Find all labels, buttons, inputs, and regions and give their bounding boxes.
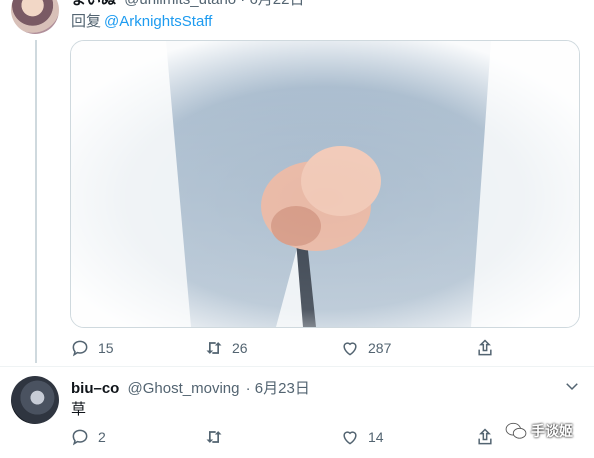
tweet-header: まいぬ @unlimits_utano · 6月22日 xyxy=(71,0,305,9)
like-count: 14 xyxy=(368,429,384,445)
reply-prefix: 回复 xyxy=(71,13,102,30)
share-icon xyxy=(478,428,492,445)
avatar[interactable] xyxy=(11,376,59,424)
tweet-header: biu–co @Ghost_moving · 6月23日 xyxy=(71,377,310,398)
reply-icon xyxy=(72,429,88,446)
like-button[interactable]: 287 xyxy=(340,336,391,360)
heart-icon xyxy=(343,342,357,356)
reply-button[interactable]: 2 xyxy=(70,425,106,449)
avatar[interactable] xyxy=(11,0,59,34)
wechat-icon xyxy=(505,422,527,439)
tweet-date[interactable]: · 6月23日 xyxy=(246,380,310,397)
share-button[interactable] xyxy=(475,336,495,360)
thread-connector-line xyxy=(35,40,37,363)
tweet-actions: 15 26 287 xyxy=(70,336,500,360)
watermark-label: 手谈姬 xyxy=(531,423,573,439)
retweet-button[interactable] xyxy=(204,425,232,449)
share-icon xyxy=(478,339,492,356)
tweet-divider xyxy=(0,366,594,367)
handle[interactable]: @Ghost_moving xyxy=(128,380,240,397)
tweet-actions: 2 14 xyxy=(70,425,500,449)
chevron-down-icon[interactable] xyxy=(563,377,581,395)
tweet-media-image[interactable] xyxy=(70,40,580,328)
reply-mention-link[interactable]: @ArknightsStaff xyxy=(104,13,212,30)
heart-icon xyxy=(343,431,357,445)
retweet-icon xyxy=(206,431,222,443)
retweet-button[interactable]: 26 xyxy=(204,336,248,360)
like-count: 287 xyxy=(368,340,392,356)
retweet-count: 26 xyxy=(232,340,248,356)
reply-icon xyxy=(72,340,88,357)
watermark: 手谈姬 xyxy=(505,420,573,442)
media-photo xyxy=(71,41,579,327)
share-button[interactable] xyxy=(475,425,495,449)
tweet-text: 草 xyxy=(71,401,87,418)
reply-button[interactable]: 15 xyxy=(70,336,114,360)
like-button[interactable]: 14 xyxy=(340,425,384,449)
reply-count: 15 xyxy=(98,340,114,356)
display-name[interactable]: biu–co xyxy=(71,380,119,397)
handle-and-date[interactable]: @unlimits_utano · 6月22日 xyxy=(124,0,304,8)
display-name[interactable]: まいぬ xyxy=(71,0,116,8)
reply-count: 2 xyxy=(98,429,106,445)
replying-to: 回复 @ArknightsStaff xyxy=(71,10,212,31)
retweet-icon xyxy=(206,342,222,354)
